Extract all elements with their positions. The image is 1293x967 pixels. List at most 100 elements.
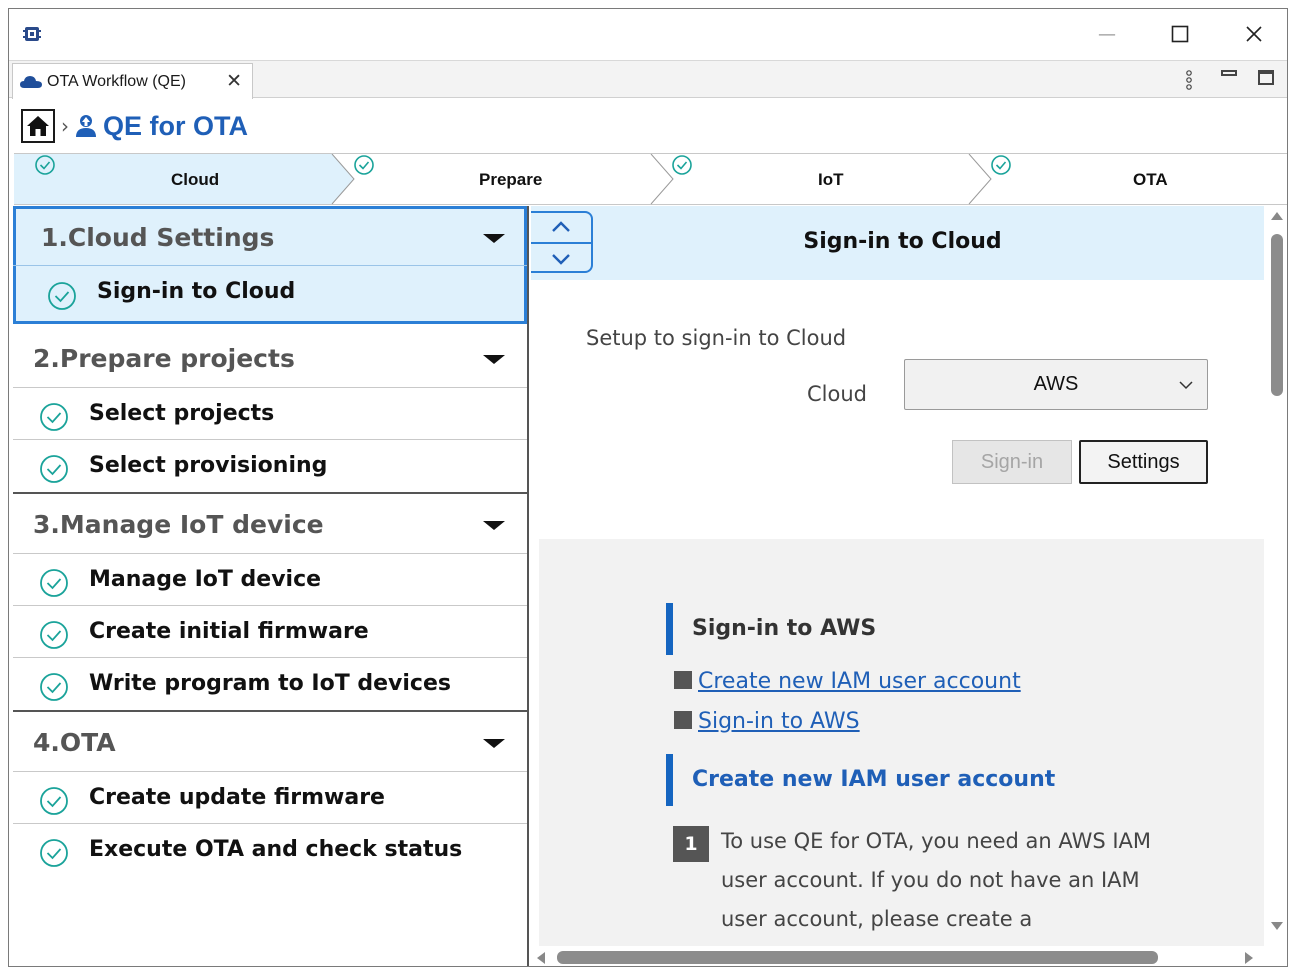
chevron-down-icon — [483, 234, 505, 243]
step-label: IoT — [818, 170, 844, 189]
page-title: QE for OTA — [103, 110, 248, 141]
check-circle-icon — [48, 282, 76, 310]
scroll-right-icon[interactable] — [1245, 952, 1253, 964]
nav-item-label: Select provisioning — [89, 453, 328, 478]
title-bar: — — [9, 9, 1287, 59]
collapse-divider — [531, 242, 591, 244]
section-title: 2.Prepare projects — [33, 344, 295, 373]
sign-in-button[interactable]: Sign-in — [952, 440, 1072, 484]
check-circle-icon — [354, 155, 374, 175]
check-circle-icon — [672, 155, 692, 175]
chevron-down-icon — [1179, 381, 1193, 390]
check-circle-icon — [991, 155, 1011, 175]
check-circle-icon — [40, 455, 68, 483]
close-icon — [1246, 26, 1262, 42]
step-label: OTA — [1133, 170, 1168, 189]
scroll-up-icon[interactable] — [1271, 212, 1283, 220]
section-title: 4.OTA — [33, 728, 116, 757]
check-circle-icon — [40, 621, 68, 649]
chevron-down-icon — [483, 521, 505, 530]
nav-item-create-update-firmware[interactable]: Create update firmware — [13, 773, 527, 824]
vertical-scrollbar[interactable] — [1266, 208, 1287, 948]
tab-ota-workflow[interactable]: OTA Workflow (QE) ✕ — [12, 63, 253, 99]
nav-item-write-program[interactable]: Write program to IoT devices — [13, 659, 527, 710]
check-circle-icon — [40, 403, 68, 431]
home-icon — [27, 116, 49, 136]
section-prepare-projects[interactable]: 2.Prepare projects — [13, 328, 527, 388]
bullet-square-icon — [674, 711, 692, 729]
cloud-select-value: AWS — [1033, 373, 1079, 395]
step-label: Prepare — [479, 170, 543, 189]
horizontal-scrollbar[interactable] — [531, 947, 1266, 966]
check-circle-icon — [40, 839, 68, 867]
nav-item-label: Execute OTA and check status — [89, 837, 463, 862]
step-label: Cloud — [171, 170, 220, 189]
link-create-iam-account[interactable]: Create new IAM user account — [674, 669, 1021, 694]
nav-item-label: Sign-in to Cloud — [97, 279, 296, 304]
section-title: 3.Manage IoT device — [33, 510, 324, 539]
maximize-button[interactable] — [1157, 19, 1203, 49]
nav-item-manage-iot-device[interactable]: Manage IoT device — [13, 555, 527, 606]
section-cloud-settings[interactable]: 1.Cloud Settings — [13, 206, 527, 266]
check-circle-icon — [40, 569, 68, 597]
nav-item-sign-in-to-cloud[interactable]: Sign-in to Cloud — [13, 267, 527, 318]
cloud-label: Cloud — [807, 382, 867, 406]
chevron-down-icon — [483, 355, 505, 364]
bullet-square-icon — [674, 671, 692, 689]
chevron-down-icon[interactable] — [551, 252, 571, 266]
content-header: Sign-in to Cloud — [531, 206, 1264, 280]
nav-item-execute-ota[interactable]: Execute OTA and check status — [13, 825, 527, 876]
view-minimize-icon[interactable] — [1221, 70, 1237, 76]
nav-item-label: Create initial firmware — [89, 619, 369, 644]
cloud-select[interactable]: AWS — [904, 359, 1208, 410]
breadcrumb-separator: › — [61, 114, 69, 138]
nav-item-label: Write program to IoT devices — [89, 671, 451, 696]
content-title: Sign-in to Cloud — [803, 229, 1002, 254]
section-manage-iot-device[interactable]: 3.Manage IoT device — [13, 494, 527, 554]
scroll-down-icon[interactable] — [1271, 922, 1283, 930]
help-heading-create-iam: Create new IAM user account — [666, 754, 1055, 806]
nav-item-label: Select projects — [89, 401, 275, 426]
settings-button[interactable]: Settings — [1079, 440, 1208, 484]
close-button[interactable] — [1231, 19, 1277, 49]
section-ota[interactable]: 4.OTA — [13, 712, 527, 772]
scroll-thumb[interactable] — [557, 951, 1158, 964]
chevron-down-icon — [483, 739, 505, 748]
qe-upload-icon — [76, 115, 96, 137]
nav-item-label: Manage IoT device — [89, 567, 322, 592]
help-heading-sign-in: Sign-in to AWS — [666, 603, 876, 655]
scroll-thumb[interactable] — [1271, 234, 1283, 396]
minimize-button[interactable]: — — [1084, 19, 1130, 49]
check-circle-icon — [40, 673, 68, 701]
chip-icon — [23, 27, 41, 41]
cloud-icon — [20, 75, 42, 88]
check-circle-icon — [35, 155, 55, 175]
tab-label: OTA Workflow (QE) — [47, 72, 186, 90]
content-panel: Sign-in to Cloud Setup to sign-in to Clo… — [531, 206, 1264, 946]
tab-close-icon[interactable]: ✕ — [226, 70, 242, 93]
link-sign-in-aws[interactable]: Sign-in to AWS — [674, 709, 860, 734]
minimize-icon: — — [1098, 23, 1116, 45]
home-button[interactable] — [21, 109, 55, 143]
workflow-navigation: 1.Cloud Settings Sign-in to Cloud 2.Prep… — [13, 206, 529, 966]
check-circle-icon — [40, 787, 68, 815]
chevron-up-icon[interactable] — [551, 220, 571, 234]
nav-item-label: Create update firmware — [89, 785, 385, 810]
nav-item-select-projects[interactable]: Select projects — [13, 389, 527, 440]
nav-item-select-provisioning[interactable]: Select provisioning — [13, 441, 527, 492]
section-title: 1.Cloud Settings — [41, 223, 275, 252]
scroll-left-icon[interactable] — [537, 952, 545, 964]
nav-item-create-initial-firmware[interactable]: Create initial firmware — [13, 607, 527, 658]
help-panel: Sign-in to AWS Create new IAM user accou… — [539, 539, 1264, 946]
breadcrumb: › QE for OTA — [21, 108, 248, 144]
step-number-badge: 1 — [673, 826, 709, 862]
link-text: Sign-in to AWS — [698, 709, 860, 734]
editor-tab-row: OTA Workflow (QE) ✕ — [9, 60, 1287, 99]
link-text: Create new IAM user account — [698, 669, 1021, 694]
view-maximize-icon[interactable] — [1258, 70, 1274, 85]
view-menu-icon[interactable] — [1182, 69, 1196, 91]
maximize-icon — [1171, 25, 1189, 43]
step-text: To use QE for OTA, you need an AWS IAM u… — [721, 829, 1152, 931]
setup-description: Setup to sign-in to Cloud — [586, 326, 847, 350]
workflow-step-bar: Cloud Prepare IoT OTA — [14, 153, 1287, 205]
